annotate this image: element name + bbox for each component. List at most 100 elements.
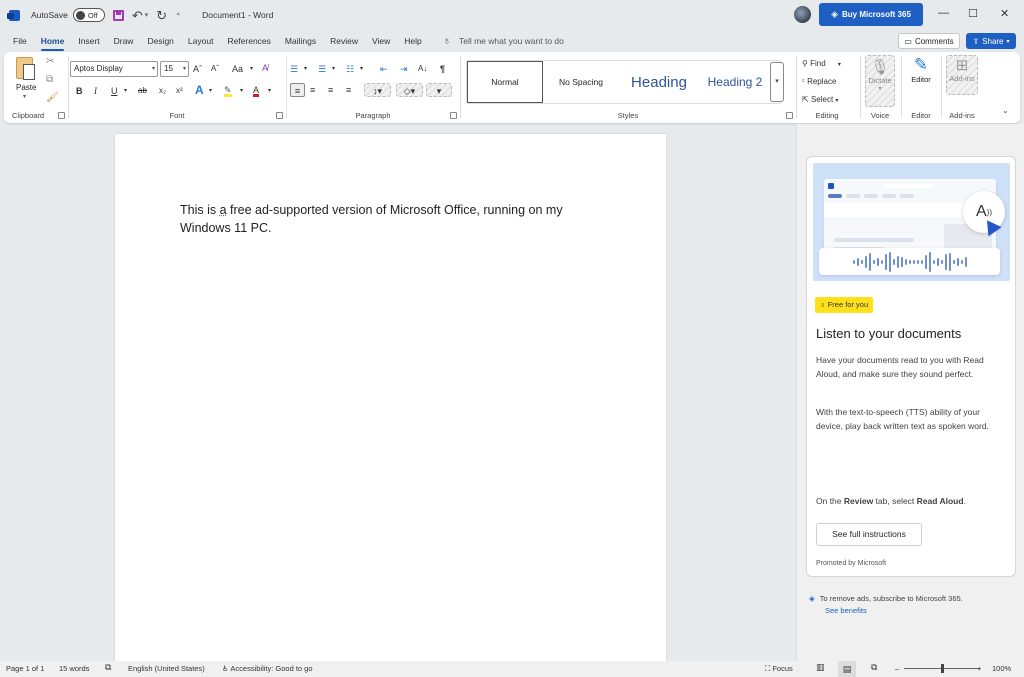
tab-design[interactable]: Design: [140, 30, 180, 52]
see-full-instructions-button[interactable]: See full instructions: [816, 523, 922, 546]
maximize-button[interactable]: ☐: [968, 7, 978, 20]
comments-button[interactable]: ▭ Comments: [898, 33, 960, 49]
multilevel-list-button[interactable]: ☷: [346, 62, 354, 76]
addins-button[interactable]: ⊞ Add-ins: [946, 55, 978, 95]
borders-button[interactable]: ▾: [426, 83, 452, 97]
justify-button[interactable]: ≡: [346, 83, 351, 97]
see-benefits-link[interactable]: See benefits: [825, 606, 867, 615]
chevron-down-icon: ▾: [835, 98, 839, 104]
numbering-button[interactable]: ☰: [318, 62, 326, 76]
tab-home[interactable]: Home: [34, 30, 72, 52]
subscript-button[interactable]: x₂: [159, 84, 166, 98]
underline-button[interactable]: U: [111, 84, 118, 98]
redo-icon[interactable]: ↻: [156, 9, 167, 22]
read-mode-icon[interactable]: ▥: [816, 662, 825, 673]
grow-font-button[interactable]: Aˆ: [193, 62, 202, 76]
document-page[interactable]: This is a free ad-supported version of M…: [115, 134, 666, 661]
share-button[interactable]: ⇪ Share ▾: [966, 33, 1016, 49]
grammar-flagged-word[interactable]: a: [220, 203, 227, 217]
tab-mailings[interactable]: Mailings: [278, 30, 323, 52]
tab-help[interactable]: Help: [397, 30, 428, 52]
language-indicator[interactable]: English (United States): [128, 664, 205, 673]
strikethrough-button[interactable]: ab: [138, 84, 147, 98]
shrink-font-button[interactable]: Aˇ: [211, 62, 219, 76]
close-button[interactable]: ✕: [1000, 7, 1009, 20]
decrease-indent-button[interactable]: ⇤: [380, 62, 388, 76]
minimize-button[interactable]: —: [938, 7, 949, 19]
styles-launcher-icon[interactable]: [786, 112, 793, 119]
chevron-down-icon[interactable]: ▾: [250, 62, 253, 76]
customize-qat-icon[interactable]: ⩡: [176, 11, 180, 19]
autosave-label: AutoSave: [31, 10, 68, 20]
chevron-down-icon[interactable]: ▾: [268, 84, 271, 98]
zoom-in-button[interactable]: +: [977, 664, 981, 673]
autosave-toggle[interactable]: Off: [72, 8, 105, 22]
zoom-slider-thumb[interactable]: [941, 664, 944, 673]
web-layout-icon[interactable]: ⧉: [871, 662, 877, 673]
tab-view[interactable]: View: [365, 30, 397, 52]
tell-me-search[interactable]: ♁ Tell me what you want to do: [443, 35, 564, 47]
clear-formatting-icon[interactable]: A̸: [262, 61, 268, 75]
zoom-level[interactable]: 100%: [992, 664, 1011, 673]
font-color-button[interactable]: A: [253, 83, 260, 97]
align-right-button[interactable]: ≡: [328, 83, 333, 97]
chevron-down-icon[interactable]: ▾: [209, 84, 212, 98]
align-center-button[interactable]: ≡: [310, 83, 315, 97]
accessibility-status[interactable]: ♿ Accessibility: Good to go: [222, 664, 313, 673]
italic-button[interactable]: I: [94, 84, 97, 98]
page-count[interactable]: Page 1 of 1: [6, 664, 44, 673]
accessibility-label: Accessibility: Good to go: [230, 664, 313, 673]
replace-button[interactable]: ᶜ Replace: [802, 75, 836, 89]
select-button[interactable]: ⇱ Select ▾: [802, 93, 838, 107]
undo-dropdown-icon[interactable]: ▾: [145, 11, 149, 19]
bold-button[interactable]: B: [76, 84, 83, 98]
autosave-state: Off: [87, 10, 98, 20]
paragraph-launcher-icon[interactable]: [450, 112, 457, 119]
font-size-select[interactable]: 15 ▾: [160, 61, 189, 77]
editor-button[interactable]: ✎ Editor: [906, 55, 936, 95]
font-launcher-icon[interactable]: [276, 112, 283, 119]
buy-microsoft-365-button[interactable]: ◈ Buy Microsoft 365: [819, 3, 923, 26]
dictate-button[interactable]: 🎙 Dictate ▾: [865, 55, 895, 107]
shading-button[interactable]: ◇▾: [396, 83, 423, 97]
undo-icon[interactable]: ↶: [132, 9, 143, 22]
text-effects-button[interactable]: A: [195, 83, 204, 97]
word-count[interactable]: 15 words: [59, 664, 89, 673]
select-label: Select: [810, 95, 834, 104]
line-spacing-button[interactable]: ↕▾: [364, 83, 391, 97]
ribbon: Paste ▾ ✂ ⧉ 🖌 Clipboard Aptos Display ▾ …: [4, 52, 1020, 123]
chevron-down-icon[interactable]: ▾: [332, 62, 335, 76]
increase-indent-button[interactable]: ⇥: [400, 62, 408, 76]
font-name-select[interactable]: Aptos Display ▾: [70, 61, 158, 77]
bullets-button[interactable]: ☰: [290, 62, 298, 76]
highlight-button[interactable]: ✎: [224, 83, 232, 97]
font-size-value: 15: [164, 64, 173, 73]
proofing-icon[interactable]: ⧉: [105, 662, 111, 673]
tab-review[interactable]: Review: [323, 30, 365, 52]
focus-button[interactable]: ⛶ Focus: [765, 664, 793, 674]
chevron-down-icon[interactable]: ▾: [360, 62, 363, 76]
tab-draw[interactable]: Draw: [107, 30, 141, 52]
collapse-ribbon-icon[interactable]: ⌄: [1002, 106, 1009, 115]
tab-layout[interactable]: Layout: [181, 30, 221, 52]
editor-group: ✎ Editor Editor: [901, 52, 941, 123]
promo-pane: A)) ♁ Free for you Listen to your docume…: [796, 124, 1024, 661]
show-formatting-button[interactable]: ¶: [440, 62, 445, 76]
find-button[interactable]: ⚲ Find ▾: [802, 57, 841, 71]
document-body[interactable]: This is a free ad-supported version of M…: [180, 201, 600, 237]
tab-references[interactable]: References: [220, 30, 277, 52]
tab-insert[interactable]: Insert: [71, 30, 106, 52]
chevron-down-icon[interactable]: ▾: [124, 84, 127, 98]
chevron-down-icon[interactable]: ▾: [304, 62, 307, 76]
tab-file[interactable]: File: [6, 30, 34, 52]
user-avatar[interactable]: [794, 6, 811, 23]
sort-button[interactable]: A↓: [418, 62, 427, 76]
print-layout-icon[interactable]: ▤: [838, 661, 856, 677]
comment-icon: ▭: [904, 36, 912, 46]
change-case-button[interactable]: Aa: [232, 62, 243, 76]
superscript-button[interactable]: x²: [176, 84, 183, 98]
chevron-down-icon[interactable]: ▾: [240, 84, 243, 98]
save-icon[interactable]: [112, 9, 124, 21]
align-left-button[interactable]: ≡: [290, 83, 305, 97]
zoom-out-button[interactable]: –: [895, 664, 899, 673]
